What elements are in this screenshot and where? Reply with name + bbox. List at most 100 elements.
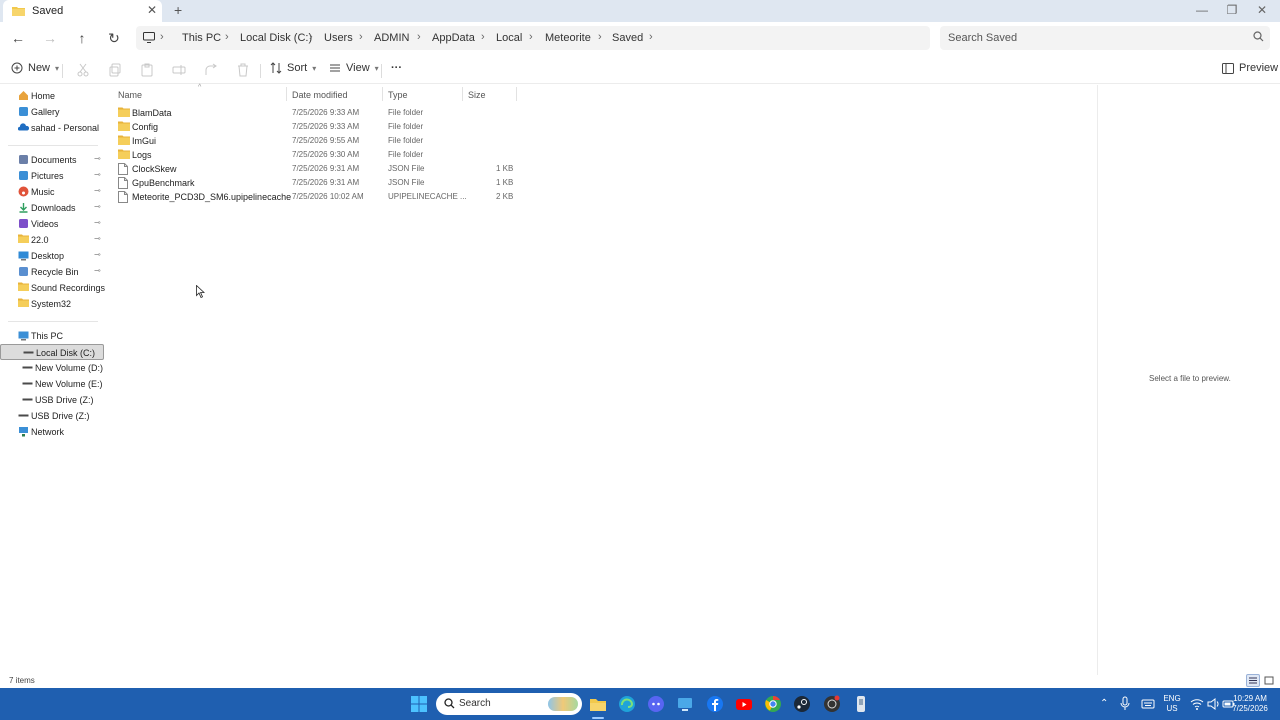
folder-row[interactable]: BlamData 7/25/2026 9:33 AM File folder [116,106,536,120]
sidebar-item-system32[interactable]: System32 [0,296,104,312]
show-hidden-icons-button[interactable]: ⌃ [1100,698,1108,709]
application-icon[interactable] [852,695,870,713]
up-button[interactable]: ↑ [74,30,90,46]
sidebar-item-usb-drive-z[interactable]: USB Drive (Z:) [0,408,104,424]
pin-icon[interactable]: ⊸ [94,170,101,179]
breadcrumb-meteorite[interactable]: Meteorite [545,32,591,44]
refresh-button[interactable]: ↻ [106,30,122,46]
close-window-button[interactable]: ✕ [1252,3,1272,17]
pin-icon[interactable]: ⊸ [94,202,101,211]
sidebar-item-downloads[interactable]: Downloads ⊸ [0,200,104,216]
search-input[interactable] [948,30,1238,46]
file-row[interactable]: ClockSkew 7/25/2026 9:31 AM JSON File 1 KB [116,162,536,176]
sidebar-item-recycle-bin[interactable]: Recycle Bin ⊸ [0,264,104,280]
microphone-icon[interactable] [1118,696,1132,712]
sidebar-item-videos[interactable]: Videos ⊸ [0,216,104,232]
steam-icon[interactable] [793,695,811,713]
sidebar-item-this-pc[interactable]: This PC [0,328,104,344]
copy-icon[interactable] [108,63,122,77]
sidebar-item-desktop[interactable]: Desktop ⊸ [0,248,104,264]
clock-date: 7/25/2026 [1232,704,1268,713]
new-tab-button[interactable]: + [174,2,182,18]
new-button[interactable]: New ▾ [11,62,59,74]
breadcrumb-saved[interactable]: Saved [612,32,643,44]
language-indicator[interactable]: ENG US [1162,694,1182,714]
tiles-view-button[interactable] [1262,674,1276,687]
sidebar-item-gallery[interactable]: Gallery [0,104,104,120]
breadcrumb-users[interactable]: Users [324,32,353,44]
pin-icon[interactable]: ⊸ [94,266,101,275]
edge-icon[interactable] [618,695,636,713]
breadcrumb-this-pc[interactable]: This PC [182,32,221,44]
recycle-bin-icon [18,266,29,277]
folder-row[interactable]: Config 7/25/2026 9:33 AM File folder [116,120,536,134]
youtube-icon[interactable] [735,695,753,713]
wifi-icon[interactable] [1190,697,1204,711]
sidebar-item-22-0[interactable]: 22.0 ⊸ [0,232,104,248]
facebook-icon[interactable] [706,695,724,713]
breadcrumb-appdata[interactable]: AppData [432,32,475,44]
game-app-icon[interactable] [823,695,841,713]
column-header-date[interactable]: Date modified [292,90,348,100]
sidebar-item-music[interactable]: Music ⊸ [0,184,104,200]
breadcrumb-admin[interactable]: ADMIN [374,32,409,44]
taskbar-search[interactable]: Search [436,693,582,715]
sidebar-item-documents[interactable]: Documents ⊸ [0,152,104,168]
chrome-icon[interactable] [764,695,782,713]
file-row[interactable]: Meteorite_PCD3D_SM6.upipelinecache 7/25/2… [116,190,536,204]
forward-button[interactable]: → [42,30,58,46]
column-header-size[interactable]: Size [468,90,486,100]
paste-icon[interactable] [140,63,154,77]
restore-button[interactable]: ❐ [1222,3,1242,17]
sidebar-item-local-disk-c[interactable]: Local Disk (C:) [0,344,104,360]
sort-button[interactable]: Sort ▾ [270,62,316,74]
folder-row[interactable]: Logs 7/25/2026 9:30 AM File folder [116,148,536,162]
column-divider[interactable] [462,87,463,101]
share-icon[interactable] [204,63,218,77]
sidebar-item-network[interactable]: Network [0,424,104,440]
details-view-button[interactable] [1246,674,1260,687]
sidebar-item-pictures[interactable]: Pictures ⊸ [0,168,104,184]
preview-button[interactable]: Preview [1222,62,1278,74]
volume-icon[interactable] [1207,697,1221,711]
view-button[interactable]: View ▾ [329,62,379,74]
cut-icon[interactable] [76,63,90,77]
rename-icon[interactable] [172,63,186,77]
column-divider[interactable] [286,87,287,101]
pin-icon[interactable]: ⊸ [94,186,101,195]
search-box[interactable] [940,26,1270,50]
file-row[interactable]: GpuBenchmark 7/25/2026 9:31 AM JSON File 1 … [116,176,536,190]
sidebar-item-new-volume-d[interactable]: New Volume (D:) [0,360,104,376]
back-button[interactable]: ← [10,30,26,46]
pin-icon[interactable]: ⊸ [94,218,101,227]
file-explorer-icon[interactable] [589,695,607,713]
folder-row[interactable]: ImGui 7/25/2026 9:55 AM File folder [116,134,536,148]
discord-icon[interactable] [647,695,665,713]
sidebar-item-label: USB Drive (Z:) [35,395,94,405]
minimize-button[interactable]: — [1192,3,1212,17]
sidebar-item-sahad-personal[interactable]: sahad - Personal [0,120,104,136]
sidebar-item-new-volume-e[interactable]: New Volume (E:) [0,376,104,392]
sidebar-item-usb-drive-z[interactable]: USB Drive (Z:) [0,392,104,408]
pin-icon[interactable]: ⊸ [94,234,101,243]
clock[interactable]: 10:29 AM 7/25/2026 [1229,694,1271,714]
breadcrumb-local[interactable]: Local [496,32,522,44]
close-tab-button[interactable]: ✕ [147,3,157,17]
keyboard-icon[interactable] [1141,697,1155,711]
more-options-button[interactable]: ··· [391,62,402,74]
column-header-name[interactable]: Name [118,90,142,100]
remote-desktop-icon[interactable] [676,695,694,713]
delete-icon[interactable] [236,63,250,77]
sidebar-item-sound-recordings[interactable]: Sound Recordings [0,280,105,296]
column-divider[interactable] [516,87,517,101]
windows-start-icon[interactable] [410,695,428,713]
column-divider[interactable] [382,87,383,101]
sidebar-item-home[interactable]: Home [0,88,104,104]
breadcrumb-local-disk[interactable]: Local Disk (C:) [240,32,312,44]
pin-icon[interactable]: ⊸ [94,154,101,163]
column-header-type[interactable]: Type [388,90,408,100]
documents-icon [18,154,29,165]
address-bar[interactable]: › This PC › Local Disk (C:) › Users › AD… [136,26,930,50]
pin-icon[interactable]: ⊸ [94,250,101,259]
tab-saved[interactable]: Saved ✕ [3,0,162,22]
